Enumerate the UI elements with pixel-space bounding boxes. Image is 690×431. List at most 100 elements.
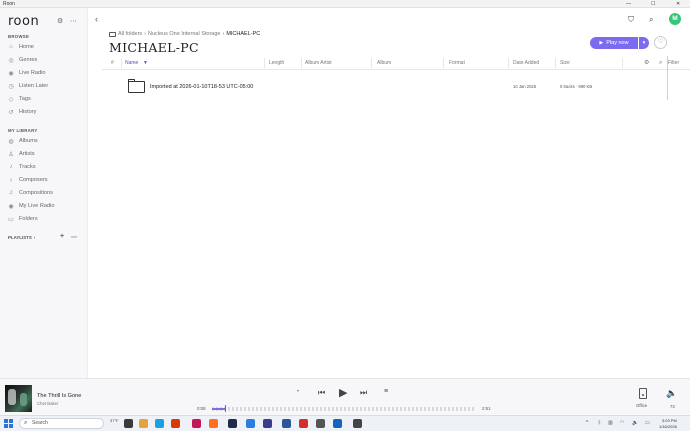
sidebar-item-tracks[interactable]: ♪ Tracks xyxy=(7,162,83,172)
filter-search-icon[interactable]: ⌕ xyxy=(659,56,662,70)
wifi-icon[interactable]: ◠ xyxy=(620,420,624,426)
sidebar-item-albums[interactable]: ◍ Albums xyxy=(7,136,83,146)
bluetooth-icon[interactable]: ᛒ xyxy=(598,420,601,426)
sidebar-item-label: Composers xyxy=(19,177,48,183)
app-icon[interactable] xyxy=(263,419,272,428)
waveform-seek-bar[interactable] xyxy=(212,407,476,411)
window-title: Roon xyxy=(3,1,15,7)
sidebar-item-tags[interactable]: ◇ Tags xyxy=(7,94,83,104)
seek-playhead[interactable] xyxy=(225,405,226,412)
file-explorer-icon[interactable] xyxy=(139,419,148,428)
column-divider xyxy=(555,58,556,68)
sidebar-item-folders[interactable]: ▭ Folders xyxy=(7,214,83,224)
row-name[interactable]: Imported at 2026-01-10T18-53 UTC-05:00 xyxy=(150,74,253,100)
taskbar-clock[interactable]: 3:03 PM 1/16/2026 xyxy=(659,418,677,429)
play-pause-icon[interactable]: ▶ xyxy=(339,386,347,399)
play-options-dropdown[interactable]: ▼ xyxy=(639,37,649,49)
breadcrumb-root[interactable]: All folders xyxy=(118,31,142,37)
clock-time: 3:03 PM xyxy=(661,418,677,423)
playlists-header[interactable]: PLAYLISTS › + ⋯ xyxy=(8,233,82,241)
maximize-button[interactable]: ☐ xyxy=(651,0,655,8)
column-album[interactable]: Album xyxy=(377,56,391,70)
sidebar-item-artists[interactable]: ♙ Artists xyxy=(7,149,83,159)
edge-browser-icon[interactable] xyxy=(155,419,164,428)
sort-descending-icon: ▼ xyxy=(143,60,148,66)
app-icon[interactable] xyxy=(333,419,342,428)
settings-gear-icon[interactable]: ⚙ xyxy=(57,17,63,25)
minimize-button[interactable]: — xyxy=(626,0,631,8)
main-content: ‹ ⛉ ⌕ M All folders › Nucleus One Intern… xyxy=(88,8,690,370)
app-icon[interactable] xyxy=(246,419,255,428)
table-row[interactable]: Imported at 2026-01-10T18-53 UTC-05:00 1… xyxy=(102,74,677,100)
user-avatar[interactable]: M xyxy=(669,13,681,25)
more-options-icon[interactable]: ⋯ xyxy=(70,17,77,25)
column-settings-icon[interactable]: ⚙ xyxy=(644,56,649,70)
column-divider xyxy=(443,58,444,68)
track-artist[interactable]: Chet Baker xyxy=(37,401,59,406)
column-date-added[interactable]: Date Added xyxy=(513,56,539,70)
close-button[interactable]: ✕ xyxy=(676,0,680,8)
favorite-heart-button[interactable]: ♡ xyxy=(654,36,667,49)
sidebar-item-listen-later[interactable]: ◷ Listen Later xyxy=(7,81,83,91)
acrobat-icon[interactable] xyxy=(299,419,308,428)
album-icon: ◍ xyxy=(8,138,14,145)
column-album-artist[interactable]: Album Artist xyxy=(305,56,332,70)
app-icon[interactable] xyxy=(192,419,201,428)
play-now-button[interactable]: ▶ Play now xyxy=(590,37,638,49)
roon-taskbar-icon[interactable] xyxy=(353,419,362,428)
sidebar-item-home[interactable]: ⌂ Home xyxy=(7,42,83,52)
track-title[interactable]: The Thrill Is Gone xyxy=(37,393,81,399)
column-size[interactable]: Size xyxy=(560,56,570,70)
column-length[interactable]: Length xyxy=(269,56,284,70)
bookmark-icon[interactable]: ⛉ xyxy=(628,15,634,25)
column-divider xyxy=(264,58,265,68)
sidebar-item-label: Artists xyxy=(19,151,35,157)
firefox-icon[interactable] xyxy=(209,419,218,428)
playlist-more-icon[interactable]: ⋯ xyxy=(71,234,77,241)
sidebar-item-live-radio[interactable]: ◉ Live Radio xyxy=(7,68,83,78)
add-playlist-icon[interactable]: + xyxy=(60,233,64,240)
app-icon[interactable] xyxy=(228,419,237,428)
speaker-zone-icon[interactable] xyxy=(639,388,647,399)
app-icon[interactable] xyxy=(316,419,325,428)
zone-name[interactable]: Office xyxy=(636,403,647,408)
speaker-icon[interactable]: 🔈 xyxy=(632,420,638,426)
breadcrumb-separator: › xyxy=(222,31,225,37)
next-track-icon[interactable]: ⏭ xyxy=(360,388,367,398)
network-icon[interactable]: ▥ xyxy=(608,420,613,426)
radio-dot-icon[interactable]: • xyxy=(297,389,299,395)
sidebar-item-label: Live Radio xyxy=(19,70,46,76)
volume-icon[interactable]: 🔈 xyxy=(666,388,677,399)
sidebar-item-history[interactable]: ↺ History xyxy=(7,107,83,117)
filter-label[interactable]: Filter xyxy=(668,56,679,70)
vertical-scrollbar[interactable] xyxy=(667,56,668,100)
album-art[interactable] xyxy=(5,385,32,412)
sidebar-item-genres[interactable]: ◎ Genres xyxy=(7,55,83,65)
breadcrumb-middle[interactable]: Nucleus One Internal Storage xyxy=(148,31,220,37)
column-divider xyxy=(622,58,623,68)
sidebar-item-my-live-radio[interactable]: ◉ My Live Radio xyxy=(7,201,83,211)
sidebar-item-label: Home xyxy=(19,44,34,50)
queue-icon[interactable]: ≡ xyxy=(384,388,388,395)
weather-widget[interactable]: 37°F xyxy=(110,418,119,423)
windows-start-icon[interactable] xyxy=(4,419,13,428)
previous-track-icon[interactable]: ⏮ xyxy=(318,388,325,398)
sidebar-item-composers[interactable]: ♮ Composers xyxy=(7,175,83,185)
back-arrow-icon[interactable]: ‹ xyxy=(95,14,98,24)
word-icon[interactable] xyxy=(282,419,291,428)
office-icon[interactable] xyxy=(171,419,180,428)
battery-icon[interactable]: ▭ xyxy=(645,420,650,426)
column-number: # xyxy=(111,60,114,66)
taskbar-search-input[interactable]: ⌕ Search xyxy=(19,418,104,429)
task-view-icon[interactable] xyxy=(124,419,133,428)
track-icon: ♪ xyxy=(9,164,13,170)
folder-icon xyxy=(109,31,116,37)
search-icon[interactable]: ⌕ xyxy=(649,15,653,25)
column-format[interactable]: Format xyxy=(449,56,465,70)
windows-taskbar: ⌕ Search 37°F ^ ᛒ ▥ ◠ 🔈 ▭ 3:03 PM 1/16/2… xyxy=(0,415,690,431)
sidebar-item-compositions[interactable]: ♫ Compositions xyxy=(7,188,83,198)
tray-chevron-icon[interactable]: ^ xyxy=(586,420,588,426)
sidebar-item-label: Compositions xyxy=(19,190,53,196)
column-name[interactable]: Name xyxy=(125,56,138,70)
breadcrumb: All folders › Nucleus One Internal Stora… xyxy=(109,31,260,37)
